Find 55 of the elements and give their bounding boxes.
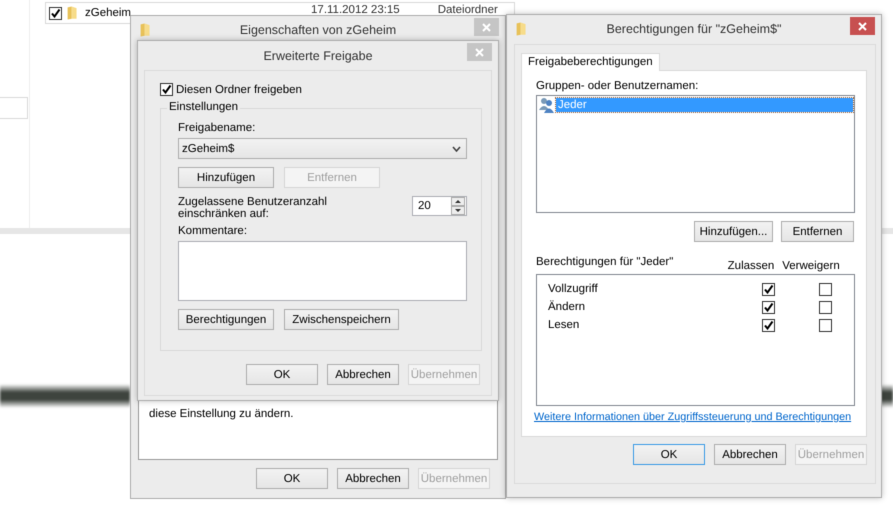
push-button[interactable]: Abbrechen	[714, 444, 786, 465]
push-button[interactable]: OK	[246, 364, 318, 385]
permission-name: Lesen	[547, 319, 580, 331]
file-type: Dateiordner	[438, 3, 498, 16]
checkbox[interactable]	[762, 282, 776, 296]
input-field[interactable]	[0, 97, 28, 119]
info-text: diese Einstellung zu ändern.	[149, 408, 294, 420]
checkbox-label: Diesen Ordner freigeben	[176, 84, 302, 96]
checkbox[interactable]	[160, 83, 173, 96]
push-button[interactable]: Zwischenspeichern	[284, 309, 399, 330]
window-title: Berechtigungen für "zGeheim$"	[606, 22, 782, 36]
help-link[interactable]: Weitere Informationen über Zugriffssteuerung und Berechtigungen	[534, 410, 852, 424]
field-label: Freigabename:	[178, 122, 256, 134]
tab[interactable]: Freigabeberechtigungen	[521, 53, 660, 71]
window-title: Eigenschaften von zGeheim	[238, 22, 398, 36]
checkbox[interactable]	[819, 282, 832, 296]
push-button[interactable]: Berechtigungen	[178, 309, 274, 330]
push-button[interactable]: OK	[256, 468, 328, 489]
window-title: Erweiterte Freigabe	[262, 48, 374, 62]
push-button[interactable]: OK	[633, 444, 705, 465]
group-title: Einstellungen	[167, 101, 240, 113]
dropdown-field[interactable]: zGeheim$	[178, 138, 467, 159]
folder-icon	[66, 5, 79, 21]
spinner-arrows-icon[interactable]	[451, 197, 465, 215]
folder-icon	[139, 22, 152, 38]
number-field[interactable]: 20	[412, 196, 467, 216]
users-icon	[538, 97, 556, 113]
list-label: Gruppen- oder Benutzernamen:	[536, 80, 700, 92]
caret-icon	[452, 146, 461, 152]
close-icon	[475, 48, 484, 56]
list-label: Berechtigungen für "Jeder"	[536, 256, 674, 268]
permission-name: Vollzugriff	[547, 283, 599, 295]
checkbox[interactable]	[762, 318, 776, 332]
column-header: Zulassen	[726, 260, 776, 272]
column-header: Verweigern	[781, 260, 841, 272]
close-button[interactable]	[850, 17, 875, 35]
push-button[interactable]: Abbrechen	[337, 468, 409, 489]
push-button[interactable]: Abbrechen	[327, 364, 399, 385]
checkbox[interactable]	[49, 6, 62, 20]
field-label: Zugelassene Benutzeranzahl einschränken auf:	[178, 196, 328, 220]
checkbox[interactable]	[819, 318, 832, 332]
field-label: Kommentare:	[178, 225, 248, 237]
comment-field[interactable]	[178, 241, 467, 301]
push-button[interactable]: Hinzufügen	[178, 167, 274, 188]
push-button[interactable]: Entfernen	[781, 221, 854, 242]
folder-icon	[515, 20, 528, 36]
push-button[interactable]: Hinzufügen...	[694, 221, 773, 242]
close-icon	[482, 22, 491, 32]
checkbox[interactable]	[819, 300, 832, 314]
blurred-stripe	[881, 384, 893, 408]
checkbox[interactable]	[762, 300, 776, 314]
file-date: 17.11.2012 23:15	[311, 3, 400, 16]
close-icon	[858, 22, 867, 30]
permission-name: Ändern	[547, 301, 586, 313]
file-name: zGeheim	[85, 7, 132, 19]
